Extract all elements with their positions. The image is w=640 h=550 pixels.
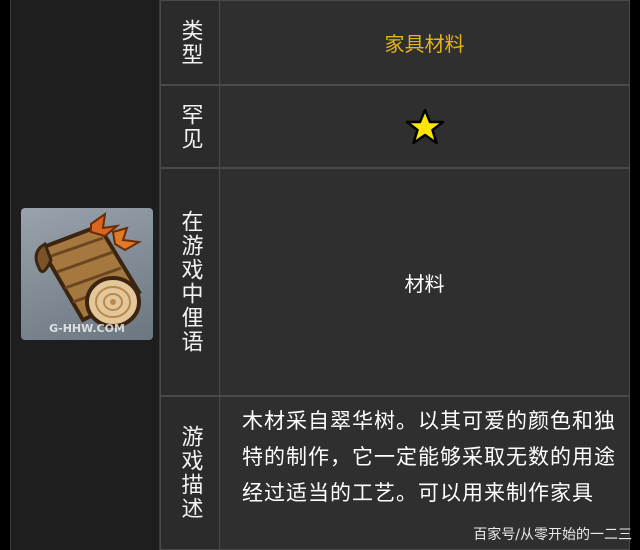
wood-log-icon: G-HHW.COM (21, 208, 153, 340)
icon-caption: G-HHW.COM (49, 322, 125, 335)
row-rarity-label: 罕见 (160, 85, 220, 168)
row-description-label: 游戏描述 (160, 396, 220, 550)
row-type-value: 家具材料 (220, 0, 630, 85)
item-icon-column: G-HHW.COM (10, 0, 160, 550)
row-type-label: 类型 (160, 0, 220, 85)
item-info-panel: G-HHW.COM 类型 家具材料 罕见 在游戏中俚语 材料 游戏描述 木材采自… (0, 0, 640, 550)
row-type: 类型 家具材料 (160, 0, 630, 85)
row-ingame-value: 材料 (220, 168, 630, 396)
row-ingame: 在游戏中俚语 材料 (160, 168, 630, 396)
row-ingame-label: 在游戏中俚语 (160, 168, 220, 396)
row-rarity: 罕见 (160, 85, 630, 168)
row-rarity-value (220, 85, 630, 168)
watermark: 百家号/从零开始的一二三 (473, 527, 632, 543)
wood-log-graphic: G-HHW.COM (34, 211, 143, 335)
star-icon (405, 108, 444, 144)
